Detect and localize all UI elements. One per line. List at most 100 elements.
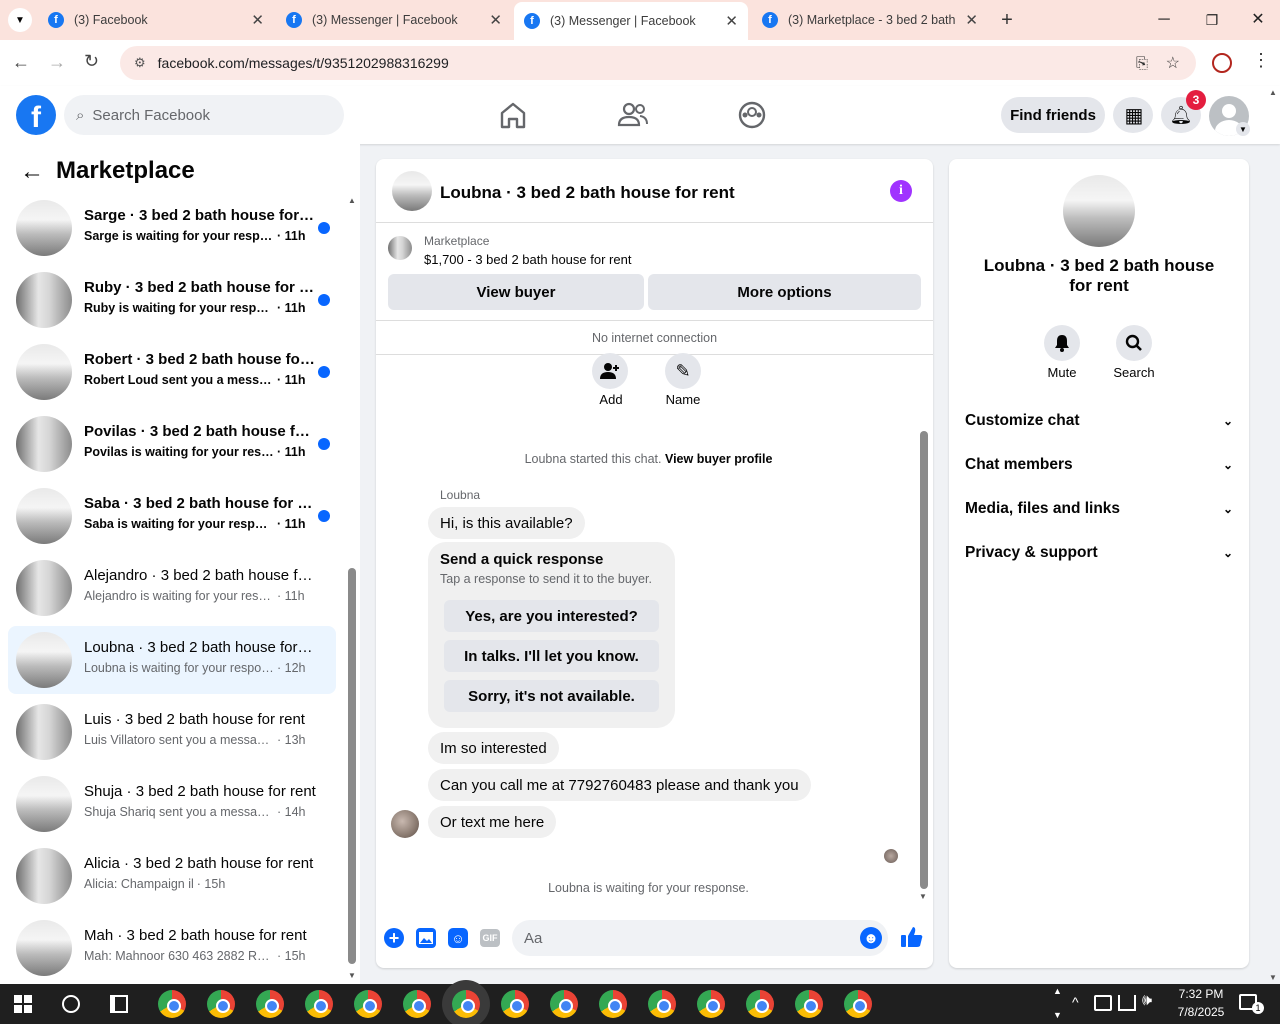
account-chevron-icon[interactable]: ▼ (1236, 122, 1250, 136)
conversation-item[interactable]: Robert · 3 bed 2 bath house for rent Robe… (8, 338, 336, 406)
close-tab-icon[interactable]: ✕ (725, 12, 738, 30)
scrollbar-thumb[interactable] (920, 431, 928, 889)
browser-tab-2[interactable]: f (3) Messenger | Facebook ✕ (276, 4, 512, 36)
reload-icon[interactable]: ↻ (84, 51, 99, 72)
back-arrow-icon[interactable]: ← (20, 158, 44, 186)
quick-response-option[interactable]: In talks. I'll let you know. (444, 640, 659, 672)
search-chat-button[interactable] (1116, 325, 1152, 361)
site-info-icon[interactable]: ⚙ (134, 55, 146, 71)
windows-start-icon[interactable] (14, 995, 32, 1013)
conversation-item[interactable]: Alejandro · 3 bed 2 bath house for rent A… (8, 554, 336, 622)
list-scrollbar[interactable]: ▲ ▼ (346, 196, 358, 980)
scroll-down-arrow-icon[interactable]: ▼ (348, 971, 356, 980)
page-scrollbar[interactable]: ▲ ▼ (1266, 88, 1280, 982)
message-bubble[interactable]: Or text me here (428, 806, 557, 838)
home-icon[interactable] (496, 100, 530, 130)
conversation-item[interactable]: Povilas · 3 bed 2 bath house for rent Pov… (8, 410, 336, 478)
conversation-item[interactable]: Sarge · 3 bed 2 bath house for rent Sarge… (8, 194, 336, 262)
facebook-logo[interactable]: f (16, 95, 56, 135)
chrome-taskbar-icon[interactable] (256, 990, 284, 1018)
profile-icon[interactable] (1212, 53, 1232, 73)
attach-photo-icon[interactable] (416, 928, 436, 948)
chrome-taskbar-icon[interactable] (697, 990, 725, 1018)
chrome-taskbar-icon[interactable] (501, 990, 529, 1018)
chat-title[interactable]: Loubna · 3 bed 2 bath house for rent (440, 183, 735, 203)
tray-scroll-up-icon[interactable]: ▲ (1053, 986, 1062, 996)
conversation-item[interactable]: Loubna · 3 bed 2 bath house for rent Loub… (8, 626, 336, 694)
gif-icon[interactable]: GIF (480, 929, 500, 947)
listing-summary[interactable]: $1,700 - 3 bed 2 bath house for rent (424, 252, 631, 267)
new-tab-button[interactable]: + (996, 8, 1018, 32)
customize-chat-section[interactable]: Customize chat ⌄ (965, 409, 1233, 433)
chrome-taskbar-icon[interactable] (354, 990, 382, 1018)
restore-window-button[interactable]: ❐ (1198, 8, 1226, 32)
minimize-window-button[interactable]: ─ (1150, 8, 1178, 32)
scroll-down-arrow-icon[interactable]: ▼ (1269, 973, 1277, 982)
close-tab-icon[interactable]: ✕ (489, 11, 502, 29)
add-person-button[interactable] (592, 353, 628, 389)
thumbs-up-icon[interactable] (899, 924, 925, 950)
network-icon[interactable] (1118, 995, 1136, 1011)
conversation-item[interactable]: Saba · 3 bed 2 bath house for rent Saba i… (8, 482, 336, 550)
sender-avatar[interactable] (391, 810, 419, 838)
info-icon[interactable]: i (890, 180, 912, 202)
conversation-item[interactable]: Alicia · 3 bed 2 bath house for rent Alic… (8, 842, 336, 910)
bookmark-star-icon[interactable]: ☆ (1166, 53, 1180, 73)
url-field[interactable]: ⚙ facebook.com/messages/t/93512029883162… (120, 46, 1196, 80)
message-input[interactable]: Aa ☻ (512, 920, 888, 956)
media-files-links-section[interactable]: Media, files and links ⌄ (965, 497, 1233, 521)
friends-icon[interactable] (616, 100, 650, 130)
forward-icon[interactable]: → (48, 52, 66, 73)
task-view-icon[interactable] (110, 995, 128, 1013)
groups-icon[interactable] (736, 100, 768, 130)
chat-scrollbar[interactable]: ▼ (919, 421, 929, 901)
chrome-taskbar-icon[interactable] (550, 990, 578, 1018)
more-options-button[interactable]: More options (648, 274, 921, 310)
find-friends-button[interactable]: Find friends (1001, 97, 1105, 133)
chrome-taskbar-icon[interactable] (305, 990, 333, 1018)
scrollbar-thumb[interactable] (348, 568, 356, 964)
more-actions-plus-icon[interactable]: + (384, 928, 404, 948)
message-bubble[interactable]: Hi, is this available? (428, 507, 585, 539)
chrome-taskbar-icon[interactable] (207, 990, 235, 1018)
chat-avatar[interactable] (392, 171, 432, 211)
chrome-taskbar-icon[interactable] (158, 990, 186, 1018)
scroll-up-arrow-icon[interactable]: ▲ (348, 196, 356, 205)
facebook-search-box[interactable]: ⌕ Search Facebook (64, 95, 344, 135)
chrome-taskbar-icon[interactable] (403, 990, 431, 1018)
chrome-taskbar-icon[interactable] (795, 990, 823, 1018)
privacy-support-section[interactable]: Privacy & support ⌄ (965, 541, 1233, 565)
scroll-down-arrow-icon[interactable]: ▼ (919, 892, 927, 901)
edit-name-button[interactable]: ✎ (665, 353, 701, 389)
quick-response-option[interactable]: Yes, are you interested? (444, 600, 659, 632)
clock-time[interactable]: 7:32 PM (1164, 987, 1238, 1001)
chrome-taskbar-icon[interactable] (746, 990, 774, 1018)
menu-grid-button[interactable]: ▦ (1113, 97, 1153, 133)
close-window-button[interactable]: ✕ (1244, 8, 1272, 32)
browser-tab-4[interactable]: f (3) Marketplace - 3 bed 2 bath h ✕ (752, 4, 988, 36)
install-app-icon[interactable]: ⎘ (1136, 55, 1148, 72)
scroll-up-arrow-icon[interactable]: ▲ (1269, 88, 1277, 97)
close-tab-icon[interactable]: ✕ (965, 11, 978, 29)
chat-members-section[interactable]: Chat members ⌄ (965, 453, 1233, 477)
view-buyer-profile-link[interactable]: View buyer profile (665, 452, 772, 466)
conversation-item[interactable]: Mah · 3 bed 2 bath house for rent Mah: Ma… (8, 914, 336, 982)
chrome-taskbar-icon[interactable] (599, 990, 627, 1018)
conversation-item[interactable]: Luis · 3 bed 2 bath house for rent Luis V… (8, 698, 336, 766)
view-buyer-button[interactable]: View buyer (388, 274, 644, 310)
emoji-icon[interactable]: ☻ (860, 927, 882, 949)
sticker-icon[interactable]: ☺ (448, 928, 468, 948)
chrome-taskbar-icon[interactable] (648, 990, 676, 1018)
tab-search-button[interactable]: ▼ (8, 8, 32, 32)
mute-button[interactable] (1044, 325, 1080, 361)
info-avatar[interactable] (1063, 175, 1135, 247)
listing-thumbnail[interactable] (388, 236, 412, 260)
chrome-taskbar-icon[interactable] (452, 990, 480, 1018)
taskbar-search-icon[interactable] (62, 995, 80, 1013)
back-icon[interactable]: ← (12, 52, 30, 73)
browser-tab-1[interactable]: f (3) Facebook ✕ (38, 4, 274, 36)
chrome-taskbar-icon[interactable] (844, 990, 872, 1018)
tray-scroll-down-icon[interactable]: ▼ (1053, 1010, 1062, 1020)
clock-date[interactable]: 7/8/2025 (1164, 1005, 1238, 1019)
browser-menu-icon[interactable]: ⋮ (1252, 50, 1270, 71)
